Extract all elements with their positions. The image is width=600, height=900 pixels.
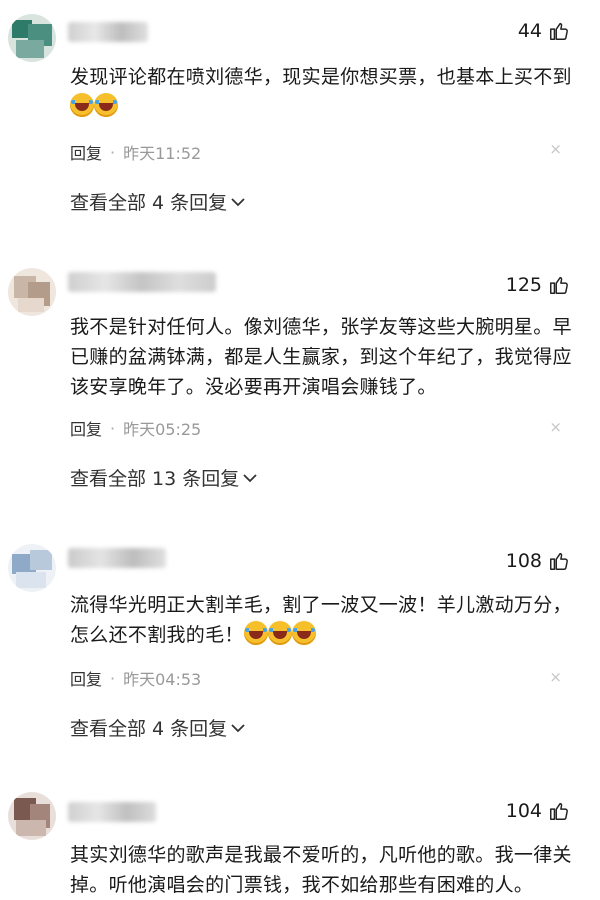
avatar-image xyxy=(8,792,56,840)
chevron-down-icon xyxy=(231,197,245,206)
reply-button[interactable]: 回复 xyxy=(70,140,102,164)
username-blurred[interactable] xyxy=(68,548,166,568)
comment-text: 其实刘德华的歌声是我最不爱听的，凡听他的歌。我一律关掉。听他演唱会的门票钱，我不… xyxy=(70,840,572,900)
reply-button[interactable]: 回复 xyxy=(70,416,102,440)
comment-text-content: 其实刘德华的歌声是我最不爱听的，凡听他的歌。我一律关掉。听他演唱会的门票钱，我不… xyxy=(70,844,572,896)
thumbs-up-outline-icon[interactable] xyxy=(548,800,570,822)
reply-button[interactable]: 回复 xyxy=(70,666,102,690)
username-blurred[interactable] xyxy=(68,272,216,292)
comment-meta: 回复 · 昨天04:53 xyxy=(70,666,201,690)
comment-text: 流得华光明正大割羊毛，割了一波又一波！羊儿激动万分，怎么还不割我的毛！ xyxy=(70,590,572,650)
comment-time: 昨天05:25 xyxy=(123,420,202,439)
like-count[interactable]: 104 xyxy=(506,800,570,822)
like-count-value: 104 xyxy=(505,800,542,822)
close-icon[interactable]: × xyxy=(549,140,562,158)
avatar-image xyxy=(8,268,56,316)
laughing-crying-emoji-icon xyxy=(243,621,268,645)
thumbs-up-outline-icon[interactable] xyxy=(548,550,570,572)
laughing-crying-emoji-icon xyxy=(291,621,316,645)
close-icon[interactable]: × xyxy=(549,418,562,436)
view-all-replies-link[interactable]: 查看全部 13 条回复 xyxy=(70,464,257,491)
thumbs-up-outline-icon[interactable] xyxy=(548,20,570,42)
comment-text: 我不是针对任何人。像刘德华，张学友等这些大腕明星。早已赚的盆满钵满，都是人生赢家… xyxy=(70,312,572,402)
avatar[interactable] xyxy=(8,14,56,62)
view-all-replies-label: 查看全部 4 条回复 xyxy=(70,718,228,740)
chevron-down-icon xyxy=(243,473,257,482)
username-blurred[interactable] xyxy=(68,802,156,822)
comment-text-content: 我不是针对任何人。像刘德华，张学友等这些大腕明星。早已赚的盆满钵满，都是人生赢家… xyxy=(70,316,572,398)
view-all-replies-link[interactable]: 查看全部 4 条回复 xyxy=(70,714,245,741)
laughing-crying-emoji-icon xyxy=(70,93,94,117)
like-count-value: 108 xyxy=(505,550,542,572)
view-all-replies-link[interactable]: 查看全部 4 条回复 xyxy=(70,188,245,215)
like-count[interactable]: 125 xyxy=(506,274,570,296)
like-count[interactable]: 44 xyxy=(518,20,570,42)
like-count-value: 44 xyxy=(517,20,542,42)
avatar[interactable] xyxy=(8,268,56,316)
view-all-replies-label: 查看全部 13 条回复 xyxy=(70,468,240,490)
like-count[interactable]: 108 xyxy=(506,550,570,572)
comment-meta: 回复 · 昨天11:52 xyxy=(70,140,201,164)
thumbs-up-outline-icon[interactable] xyxy=(548,274,570,296)
laughing-crying-emoji-icon xyxy=(267,621,292,645)
comment-text-content: 流得华光明正大割羊毛，割了一波又一波！羊儿激动万分，怎么还不割我的毛！ xyxy=(70,594,572,646)
chevron-down-icon xyxy=(231,723,245,732)
meta-separator: · xyxy=(110,142,116,162)
laughing-crying-emoji-icon xyxy=(94,93,118,117)
close-icon[interactable]: × xyxy=(549,668,562,686)
meta-separator: · xyxy=(110,418,116,438)
comment-text: 发现评论都在喷刘德华，现实是你想买票，也基本上买不到 xyxy=(70,62,572,122)
avatar-image xyxy=(8,544,56,592)
comment-time: 昨天04:53 xyxy=(123,670,202,689)
avatar[interactable] xyxy=(8,544,56,592)
like-count-value: 125 xyxy=(505,274,542,296)
avatar[interactable] xyxy=(8,792,56,840)
comment-meta: 回复 · 昨天05:25 xyxy=(70,416,201,440)
username-blurred[interactable] xyxy=(68,22,148,42)
comment-text-content: 发现评论都在喷刘德华，现实是你想买票，也基本上买不到 xyxy=(70,66,572,88)
avatar-image xyxy=(8,14,56,62)
comment-time: 昨天11:52 xyxy=(123,144,202,163)
view-all-replies-label: 查看全部 4 条回复 xyxy=(70,192,228,214)
meta-separator: · xyxy=(110,668,116,688)
